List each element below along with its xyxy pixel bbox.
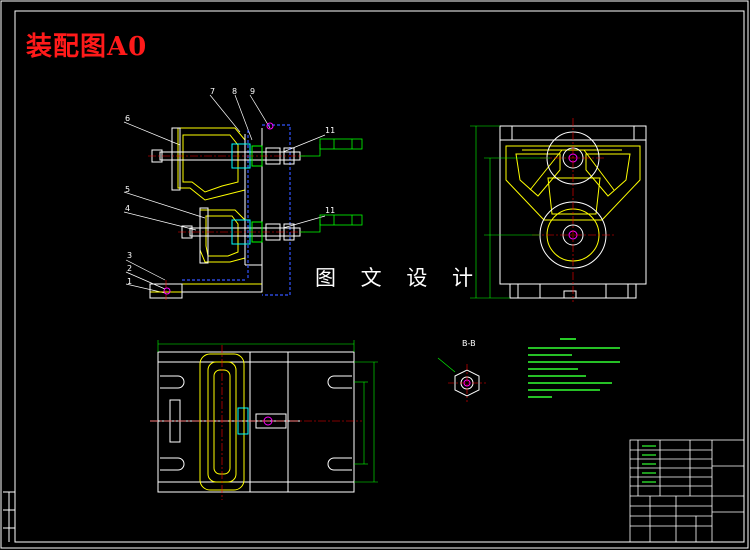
part-number-6: 6 [125, 114, 130, 123]
drawing-title: 装配图A0 [26, 32, 148, 62]
top-view [150, 340, 378, 500]
part-number-11-upper: 11 [325, 126, 335, 135]
front-view [470, 118, 647, 302]
part-number-9: 9 [250, 87, 255, 96]
technical-notes [528, 338, 620, 398]
part-number-2: 2 [127, 264, 132, 273]
section-b-b [437, 357, 486, 402]
part-number-7: 7 [210, 87, 215, 96]
part-number-3: 3 [127, 251, 132, 260]
part-number-8: 8 [232, 87, 237, 96]
watermark-text: 图 文 设 计 [315, 266, 483, 290]
part-number-5: 5 [125, 185, 130, 194]
part-leaders [123, 94, 326, 294]
part-number-1: 1 [127, 277, 132, 286]
part-number-4: 4 [125, 204, 130, 213]
section-label-b-b: B-B [462, 339, 476, 348]
part-number-11-lower: 11 [325, 206, 335, 215]
